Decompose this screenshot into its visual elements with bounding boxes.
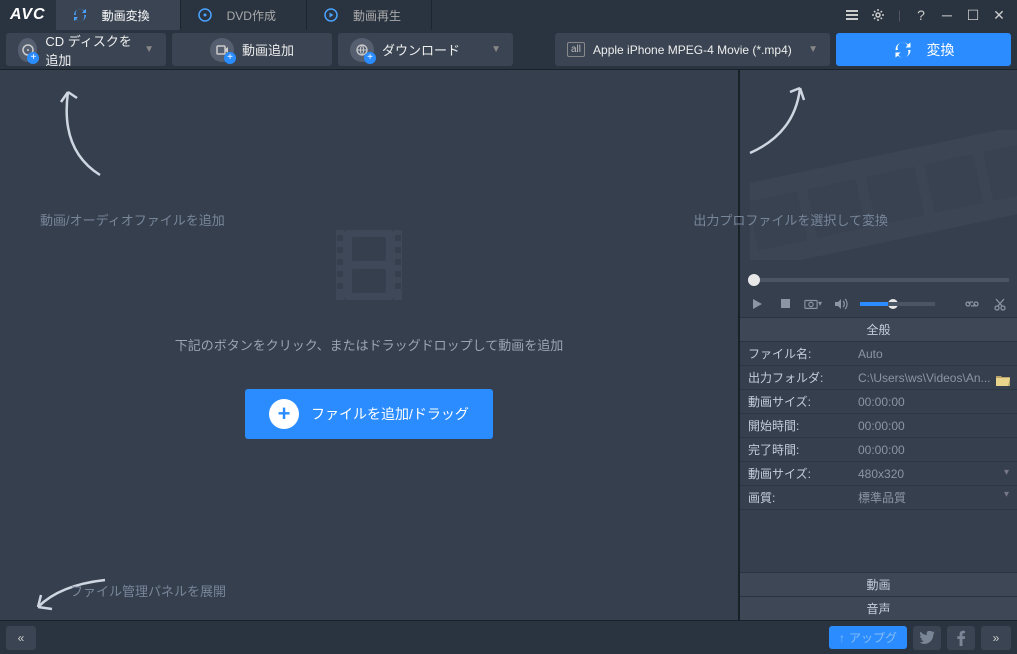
seek-thumb[interactable] [748, 274, 760, 286]
minimize-icon[interactable]: ─ [937, 5, 957, 25]
button-label: ファイルを追加/ドラッグ [311, 404, 469, 424]
help-icon[interactable]: ? [911, 5, 931, 25]
button-label: アップグ [849, 629, 897, 646]
add-disc-button[interactable]: CD ディスクを追加 ▼ [6, 33, 166, 66]
hint-arrow-icon [40, 80, 120, 180]
hint-arrow-icon [740, 78, 820, 158]
property-row: 出力フォルダ:C:\Users\ws\Videos\An... [740, 366, 1017, 390]
property-value[interactable]: C:\Users\ws\Videos\An... [850, 371, 1017, 385]
button-label: CD ディスクを追加 [45, 31, 136, 69]
tab-dvd[interactable]: DVD作成 [181, 0, 307, 30]
gear-icon[interactable] [868, 5, 888, 25]
tab-label: DVD作成 [227, 7, 276, 24]
property-row: 完了時間:00:00:00 [740, 438, 1017, 462]
folder-icon[interactable] [995, 374, 1011, 388]
property-value: Auto [850, 347, 1017, 361]
play-icon [323, 7, 339, 23]
seek-bar[interactable] [740, 270, 1017, 290]
property-row: 画質:標準品質▾ [740, 486, 1017, 510]
all-badge: all [567, 42, 585, 57]
property-label: 開始時間: [740, 417, 850, 434]
download-button[interactable]: ダウンロード ▼ [338, 33, 513, 66]
tab-play[interactable]: 動画再生 [307, 0, 432, 30]
convert-icon [893, 40, 913, 60]
tab-label: 動画変換 [102, 7, 150, 24]
stop-icon[interactable] [776, 295, 794, 313]
drop-hint-text: 下記のボタンをクリック、またはドラッグドロップして動画を追加 [175, 335, 563, 354]
property-label: 画質: [740, 489, 850, 506]
section-video-header[interactable]: 動画 [740, 572, 1017, 596]
property-label: 動画サイズ: [740, 393, 850, 410]
property-value: 00:00:00 [850, 419, 1017, 433]
property-row: ファイル名:Auto [740, 342, 1017, 366]
property-row: 動画サイズ:00:00:00 [740, 390, 1017, 414]
plus-icon: + [269, 399, 299, 429]
convert-button[interactable]: 変換 [836, 33, 1011, 66]
more-button[interactable]: » [981, 626, 1011, 650]
chevron-down-icon: ▼ [808, 44, 818, 55]
twitter-icon[interactable] [913, 626, 941, 650]
property-label: 完了時間: [740, 441, 850, 458]
facebook-icon[interactable] [947, 626, 975, 650]
property-value[interactable]: 標準品質▾ [850, 489, 1017, 506]
button-label: 動画追加 [242, 40, 294, 59]
chevron-down-icon: ▾ [1004, 489, 1009, 500]
maximize-icon[interactable]: ☐ [963, 5, 983, 25]
hint-text: 出力プロファイルを選択して変換 [693, 210, 888, 229]
property-row: 開始時間:00:00:00 [740, 414, 1017, 438]
snapshot-icon[interactable]: ▾ [804, 295, 822, 313]
expand-panel-button[interactable]: « [6, 626, 36, 650]
chevron-down-icon: ▾ [1004, 467, 1009, 478]
up-arrow-icon: ↑ [839, 631, 845, 645]
chevron-down-icon: ▼ [491, 44, 501, 55]
section-general-header: 全般 [740, 318, 1017, 342]
tab-label: 動画再生 [353, 7, 401, 24]
list-icon[interactable] [842, 5, 862, 25]
button-label: ダウンロード [382, 40, 460, 59]
video-plus-icon [210, 38, 234, 62]
volume-icon[interactable] [832, 295, 850, 313]
upgrade-button[interactable]: ↑ アップグ [829, 626, 907, 649]
cut-icon[interactable] [991, 295, 1009, 313]
property-value: 00:00:00 [850, 443, 1017, 457]
add-file-button[interactable]: + ファイルを追加/ドラッグ [245, 389, 493, 439]
volume-thumb[interactable] [888, 299, 898, 309]
button-label: 変換 [927, 40, 955, 60]
hint-text: 動画/オーディオファイルを追加 [40, 210, 225, 229]
link-icon[interactable] [963, 295, 981, 313]
disc-icon [197, 7, 213, 23]
separator: | [894, 8, 905, 22]
section-audio-header[interactable]: 音声 [740, 596, 1017, 620]
drop-area[interactable]: 動画/オーディオファイルを追加 出力プロファイルを選択して変換 ファイル管理パネ… [0, 70, 740, 620]
output-profile-dropdown[interactable]: all Apple iPhone MPEG-4 Movie (*.mp4) ▼ [555, 33, 830, 66]
chevron-down-icon: ▼ [144, 44, 154, 55]
play-icon[interactable] [748, 295, 766, 313]
property-label: 出力フォルダ: [740, 369, 850, 386]
tab-convert[interactable]: 動画変換 [56, 0, 181, 30]
volume-slider[interactable] [860, 302, 915, 306]
close-icon[interactable]: ✕ [989, 5, 1009, 25]
app-logo: AVC [0, 6, 56, 24]
add-video-button[interactable]: 動画追加 [172, 33, 332, 66]
property-value[interactable]: 480x320▾ [850, 467, 1017, 481]
film-icon [334, 225, 404, 305]
property-value: 00:00:00 [850, 395, 1017, 409]
property-label: 動画サイズ: [740, 465, 850, 482]
profile-label: Apple iPhone MPEG-4 Movie (*.mp4) [593, 43, 800, 57]
property-row: 動画サイズ:480x320▾ [740, 462, 1017, 486]
hint-text: ファイル管理パネルを展開 [70, 581, 226, 600]
disc-plus-icon [18, 38, 37, 62]
refresh-icon [72, 7, 88, 23]
property-label: ファイル名: [740, 345, 850, 362]
globe-plus-icon [350, 38, 374, 62]
